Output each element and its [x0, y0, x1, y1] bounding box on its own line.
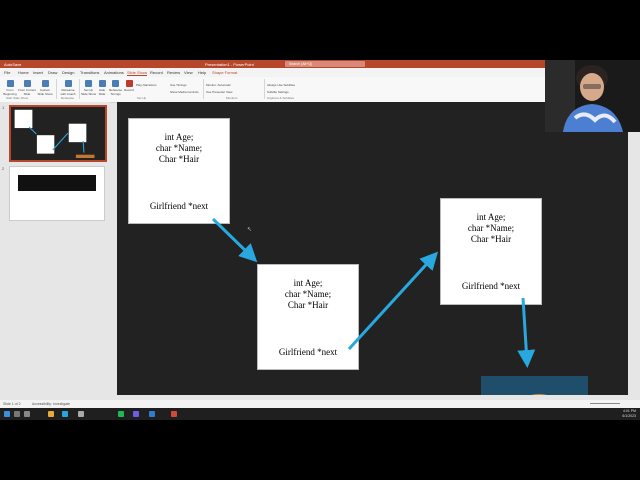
- powerpoint-icon[interactable]: [171, 411, 177, 417]
- accessibility-status[interactable]: Accessibility: Investigate: [32, 402, 70, 406]
- slide-number: 2: [2, 166, 5, 171]
- record-icon: [125, 80, 133, 87]
- group-rehearse: Rehearse: [61, 96, 75, 100]
- divider: [56, 79, 57, 99]
- vertical-scrollbar[interactable]: [628, 102, 640, 395]
- custom-slide-show-button[interactable]: Custom Slide Show: [37, 80, 53, 96]
- arrows-layer: [211, 217, 536, 368]
- hotdog-photo[interactable]: [481, 376, 588, 395]
- zoom-slider[interactable]: [590, 403, 620, 404]
- divider: [203, 79, 204, 99]
- group-captions-subtitles: Captions & Subtitles: [267, 96, 295, 100]
- title-bar: AutoSave Presentation1 - PowerPoint Sear…: [0, 60, 640, 68]
- rehearse-timings-button[interactable]: Rehearse Timings: [108, 80, 123, 96]
- tab-shape-format[interactable]: Shape Format: [212, 70, 237, 75]
- always-use-subtitles-checkbox[interactable]: Always Use Subtitles: [267, 83, 295, 87]
- powerpoint-window: AutoSave Presentation1 - PowerPoint Sear…: [0, 60, 640, 420]
- arrow-node2-to-node3[interactable]: [347, 251, 439, 351]
- setup-icon: [85, 80, 92, 87]
- webcam-overlay: [545, 60, 640, 132]
- monitor-select[interactable]: Monitor: Automatic: [206, 83, 231, 87]
- slide-counter: Slide 1 of 2: [3, 402, 21, 406]
- window-title: Presentation1 - PowerPoint: [205, 62, 254, 67]
- arrow-node3-to-image[interactable]: [517, 297, 536, 368]
- use-timings-checkbox[interactable]: Use Timings: [170, 83, 187, 87]
- group-set-up: Set Up: [137, 96, 147, 100]
- from-current-slide-button[interactable]: From Current Slide: [18, 80, 36, 96]
- record-button[interactable]: Record: [124, 80, 134, 92]
- tab-help[interactable]: Help: [198, 70, 206, 75]
- divider: [79, 79, 80, 99]
- slide-thumbnail-preview: [14, 109, 95, 168]
- search-icon[interactable]: [14, 411, 20, 417]
- show-media-controls-checkbox[interactable]: Show Media Controls: [170, 90, 199, 94]
- subtitle-settings-button[interactable]: Subtitle Settings: [267, 90, 289, 94]
- tab-design[interactable]: Design: [62, 70, 74, 75]
- tab-animations[interactable]: Animations: [104, 70, 124, 75]
- tab-view[interactable]: View: [184, 70, 193, 75]
- file-explorer-icon[interactable]: [48, 411, 54, 417]
- autosave-toggle[interactable]: AutoSave: [4, 62, 21, 67]
- timer-icon: [112, 80, 119, 87]
- slide-canvas[interactable]: int Age; char *Name; Char *Hair Girlfrie…: [117, 102, 628, 395]
- tab-insert[interactable]: Insert: [33, 70, 43, 75]
- slide-thumbnail-1[interactable]: [9, 105, 107, 168]
- windows-start-icon[interactable]: [4, 411, 10, 417]
- slide-thumbnail-2[interactable]: [9, 166, 105, 221]
- group-start-slide-show: Start Slide Show: [6, 96, 29, 100]
- group-monitors: Monitors: [226, 96, 238, 100]
- ribbon-tabs: File Home Insert Draw Design Transitions…: [0, 68, 640, 77]
- hide-slide-icon: [98, 80, 106, 87]
- edge-icon[interactable]: [62, 411, 68, 417]
- play-narrations-checkbox[interactable]: Play Narrations: [136, 83, 157, 87]
- status-bar: Slide 1 of 2 Accessibility: Investigate: [0, 400, 640, 408]
- tab-draw[interactable]: Draw: [48, 70, 57, 75]
- custom-show-icon: [41, 80, 49, 87]
- spotify-icon[interactable]: [118, 411, 124, 417]
- tab-slide-show[interactable]: Slide Show: [127, 70, 148, 76]
- use-presenter-view-checkbox[interactable]: Use Presenter View: [206, 90, 232, 94]
- hide-slide-button[interactable]: Hide Slide: [97, 80, 107, 96]
- clock-date: 6/1/2023: [622, 413, 636, 418]
- slide-number: 1: [2, 105, 5, 110]
- tab-transitions[interactable]: Transitions: [80, 70, 99, 75]
- app-icon[interactable]: [133, 411, 139, 417]
- vscode-icon[interactable]: [149, 411, 155, 417]
- arrow-node1-to-node2[interactable]: [211, 217, 258, 263]
- tab-review[interactable]: Review: [167, 70, 180, 75]
- from-beginning-button[interactable]: From Beginning: [3, 80, 17, 96]
- search-box[interactable]: Search (Alt+Q): [285, 61, 365, 67]
- table-preview: [18, 175, 96, 191]
- divider: [264, 79, 265, 99]
- play-icon: [6, 80, 14, 87]
- tab-file[interactable]: File: [4, 70, 10, 75]
- tab-home[interactable]: Home: [18, 70, 29, 75]
- clock-time: 4:01 PM: [622, 409, 636, 413]
- ribbon: From Beginning From Current Slide Custom…: [0, 77, 640, 103]
- play-current-icon: [23, 80, 31, 87]
- app-icon[interactable]: [78, 411, 84, 417]
- coach-icon: [64, 80, 72, 87]
- system-clock[interactable]: 4:01 PM 6/1/2023: [622, 409, 636, 418]
- tab-record[interactable]: Record: [150, 70, 163, 75]
- webcam-person-image: [545, 60, 640, 132]
- set-up-slide-show-button[interactable]: Set Up Slide Show: [81, 80, 96, 96]
- slide-thumbnail-pane: 1 2: [0, 102, 110, 400]
- rehearse-with-coach-button[interactable]: Rehearse with Coach: [59, 80, 77, 96]
- mouse-cursor: ↖: [247, 227, 253, 233]
- windows-taskbar: 4:01 PM 6/1/2023: [0, 408, 640, 420]
- task-view-icon[interactable]: [24, 411, 30, 417]
